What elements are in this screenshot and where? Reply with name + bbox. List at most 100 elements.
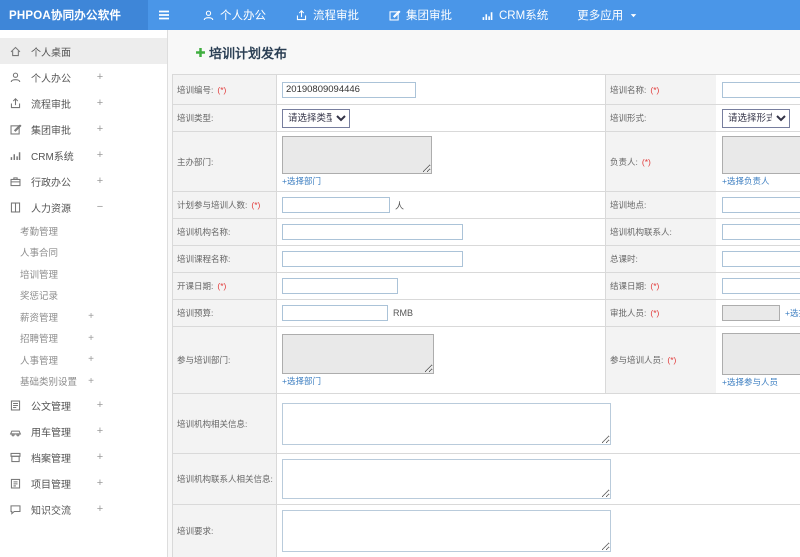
- form-row: 培训编号:(*) 培训名称:(*): [173, 75, 800, 105]
- caret-down-icon: [628, 10, 639, 21]
- expand-icon[interactable]: +: [93, 149, 107, 161]
- select-dept-link[interactable]: +选择部门: [282, 175, 321, 187]
- expand-icon[interactable]: +: [93, 123, 107, 135]
- expand-icon[interactable]: +: [93, 71, 107, 83]
- join-people-textarea[interactable]: [722, 332, 800, 375]
- field-label: 审批人员:: [610, 308, 647, 318]
- training-type-select[interactable]: 请选择类型: [282, 108, 350, 128]
- user-icon: [202, 9, 215, 22]
- top-nav: 个人办公 流程审批 集团审批 CRM系统 更多应用: [202, 7, 668, 23]
- org-contact-input[interactable]: [722, 224, 800, 240]
- org-contact-info-textarea[interactable]: [282, 459, 611, 499]
- sidebar-item-workflow-approval[interactable]: 流程审批 +: [0, 90, 167, 116]
- sidebar-subitem-salary-management[interactable]: 薪资管理 +: [0, 306, 167, 328]
- expand-icon[interactable]: +: [93, 425, 107, 437]
- sidebar-item-vehicle[interactable]: 用车管理 +: [0, 418, 167, 444]
- form-row: 参与培训部门: +选择部门 参与培训人员: (*) +选择参与人员: [173, 327, 800, 394]
- field-label: 主办部门:: [177, 156, 214, 167]
- field-label: 负责人:: [610, 156, 638, 167]
- chat-icon: [9, 503, 22, 516]
- sidebar-subitem-hr-contract[interactable]: 人事合同: [0, 242, 167, 264]
- project-icon: [9, 477, 22, 490]
- doc-icon: [9, 399, 22, 412]
- budget-input[interactable]: [282, 305, 388, 321]
- expand-icon[interactable]: +: [93, 451, 107, 463]
- car-icon: [9, 425, 22, 438]
- form-row: 培训机构名称: 培训机构联系人:: [173, 219, 800, 246]
- select-approver-link[interactable]: +选择审批人员: [785, 307, 800, 319]
- user-icon: [9, 71, 22, 84]
- sidebar-subitem-recruitment[interactable]: 招聘管理 +: [0, 328, 167, 350]
- add-icon: [195, 47, 206, 58]
- share-icon: [9, 97, 22, 110]
- total-hours-input[interactable]: [722, 251, 800, 267]
- sidebar-item-archives[interactable]: 档案管理 +: [0, 444, 167, 470]
- training-name-input[interactable]: [722, 81, 800, 98]
- training-no-input[interactable]: [282, 81, 416, 98]
- expand-icon[interactable]: +: [93, 97, 107, 109]
- requirement-textarea[interactable]: [282, 510, 611, 552]
- expand-icon[interactable]: +: [84, 376, 98, 387]
- sidebar-item-project[interactable]: 项目管理 +: [0, 470, 167, 496]
- select-join-dept-link[interactable]: +选择部门: [282, 375, 321, 387]
- chart-icon: [9, 149, 22, 162]
- trainee-count-input[interactable]: [282, 197, 390, 213]
- expand-icon[interactable]: +: [93, 477, 107, 489]
- course-name-input[interactable]: [282, 251, 463, 267]
- expand-icon[interactable]: +: [93, 175, 107, 187]
- form-row: 开课日期: (*) 结课日期: (*): [173, 273, 800, 300]
- sidebar-item-human-resources[interactable]: 人力资源 −: [0, 194, 167, 220]
- hamburger-menu-icon[interactable]: [156, 7, 172, 23]
- nav-workflow-approval[interactable]: 流程审批: [295, 7, 359, 23]
- nav-personal-office[interactable]: 个人办公: [202, 7, 266, 23]
- expand-icon[interactable]: +: [84, 333, 98, 344]
- training-mode-select[interactable]: 请选择形式: [722, 108, 790, 128]
- field-label: 培训课程名称:: [177, 254, 231, 264]
- expand-icon[interactable]: +: [93, 399, 107, 411]
- main-content: 培训计划发布 培训编号:(*) 培训名称:(*) 培训类型: 请选择类型 培训形…: [168, 30, 800, 557]
- nav-more-apps[interactable]: 更多应用: [577, 7, 639, 23]
- nav-crm-system[interactable]: CRM系统: [481, 7, 548, 23]
- expand-icon[interactable]: +: [84, 354, 98, 365]
- sidebar-subitem-reward-punishment[interactable]: 奖惩记录: [0, 285, 167, 307]
- field-label: 培训机构联系人相关信息:: [177, 474, 273, 484]
- sidebar-subitem-training-management[interactable]: 培训管理: [0, 263, 167, 285]
- sidebar-item-knowledge[interactable]: 知识交流 +: [0, 496, 167, 522]
- expand-icon[interactable]: +: [84, 311, 98, 322]
- form-row: 培训要求:: [173, 505, 800, 557]
- host-dept-textarea[interactable]: [282, 136, 432, 174]
- org-info-textarea[interactable]: [282, 402, 611, 445]
- training-org-input[interactable]: [282, 224, 463, 240]
- sidebar-subitem-base-category[interactable]: 基础类别设置 +: [0, 371, 167, 393]
- field-label: 培训机构名称:: [177, 227, 231, 237]
- sidebar-item-group-approval[interactable]: 集团审批 +: [0, 116, 167, 142]
- select-leader-link[interactable]: +选择负责人: [722, 175, 769, 187]
- select-join-people-link[interactable]: +选择参与人员: [722, 376, 778, 388]
- sidebar-subitem-personnel[interactable]: 人事管理 +: [0, 349, 167, 371]
- field-label: 培训地点:: [610, 200, 647, 210]
- form-row: 培训机构联系人相关信息:: [173, 454, 800, 505]
- sidebar: 个人桌面 个人办公 + 流程审批 + 集团审批 + CRM系统 + 行政办公 +: [0, 30, 168, 557]
- topbar: PHPOA协同办公软件 个人办公 流程审批 集团审批 CRM系统 更多应用: [0, 0, 800, 30]
- end-date-input[interactable]: [722, 278, 800, 294]
- sidebar-item-personal-office[interactable]: 个人办公 +: [0, 64, 167, 90]
- join-dept-textarea[interactable]: [282, 333, 434, 374]
- training-place-input[interactable]: [722, 197, 800, 213]
- share-icon: [295, 9, 308, 22]
- leader-textarea[interactable]: [722, 136, 800, 174]
- collapse-icon[interactable]: −: [93, 201, 107, 213]
- field-label: 总课时:: [610, 254, 638, 264]
- sidebar-item-crm-system[interactable]: CRM系统 +: [0, 142, 167, 168]
- sidebar-subitem-attendance[interactable]: 考勤管理: [0, 220, 167, 242]
- field-label: 培训机构联系人:: [610, 227, 672, 237]
- sidebar-item-admin-office[interactable]: 行政办公 +: [0, 168, 167, 194]
- sidebar-item-personal-desktop[interactable]: 个人桌面: [0, 38, 167, 64]
- start-date-input[interactable]: [282, 278, 398, 294]
- expand-icon[interactable]: +: [93, 503, 107, 515]
- nav-group-approval[interactable]: 集团审批: [388, 7, 452, 23]
- briefcase-icon: [9, 175, 22, 188]
- sidebar-item-official-doc[interactable]: 公文管理 +: [0, 392, 167, 418]
- field-label: 培训机构相关信息:: [177, 418, 248, 429]
- approver-input[interactable]: [722, 305, 780, 321]
- field-label: 开课日期:: [177, 281, 214, 291]
